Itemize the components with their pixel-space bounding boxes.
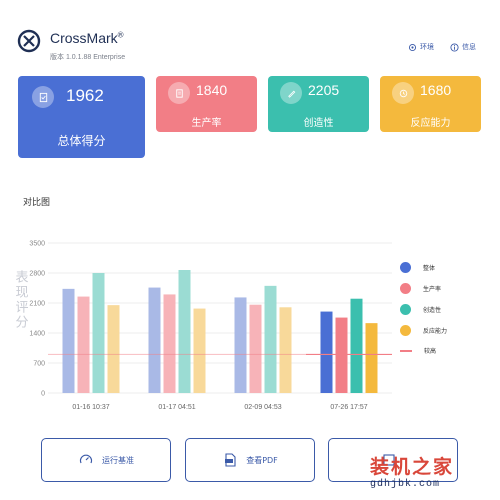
app-version: 版本 1.0.1.88 Enterprise [50, 54, 126, 61]
bar-生产率[interactable] [335, 317, 348, 393]
legend-swatch [400, 262, 411, 273]
legend-label: 生产率 [423, 286, 442, 293]
overall-score-value: 1962 [66, 86, 104, 105]
bar-创造性[interactable] [92, 273, 105, 393]
legend-label: 反应能力 [423, 328, 448, 335]
productivity-value: 1840 [196, 82, 228, 98]
legend-swatch [400, 349, 412, 352]
pen-icon [280, 82, 302, 104]
y-tick-label: 1400 [29, 331, 45, 338]
legend-label: 整体 [423, 265, 436, 272]
y-tick-label: 3500 [29, 241, 45, 248]
comparison-title: 对比图 [23, 198, 51, 208]
bar-反应能力[interactable] [107, 305, 120, 393]
bar-生产率[interactable] [163, 294, 176, 393]
bar-反应能力[interactable] [193, 308, 206, 393]
legend-item[interactable]: 反应能力 [400, 325, 490, 336]
environment-button[interactable]: 环境 [408, 42, 434, 52]
responsiveness-label: 反应能力 [410, 118, 451, 129]
productivity-label: 生产率 [191, 118, 222, 129]
clock-icon [392, 82, 414, 104]
crossmark-logo-icon [17, 29, 41, 53]
info-icon [450, 42, 459, 52]
speedometer-icon [79, 454, 93, 464]
bar-整体[interactable] [62, 288, 75, 393]
x-tick-label: 02-09 04:53 [244, 404, 281, 411]
x-tick-label: 01-17 04:51 [158, 404, 195, 411]
legend-swatch [400, 283, 411, 294]
bar-反应能力[interactable] [365, 323, 378, 393]
legend-swatch [400, 304, 411, 315]
legend-item[interactable]: 生产率 [400, 283, 490, 294]
y-tick-label: 2800 [29, 271, 45, 278]
legend-label: 创造性 [423, 307, 442, 314]
info-label: 信息 [462, 43, 476, 51]
legend-swatch [400, 325, 411, 336]
bar-整体[interactable] [148, 287, 161, 393]
bar-反应能力[interactable] [279, 307, 292, 393]
app-title: CrossMark® [50, 30, 124, 46]
overall-score-card[interactable]: 1962 总体得分 [18, 76, 145, 158]
gear-icon [408, 43, 417, 51]
x-tick-label: 01-16 10:37 [72, 404, 109, 411]
run-benchmark-button[interactable]: 运行基准 [41, 438, 171, 482]
bar-生产率[interactable] [249, 304, 262, 393]
y-tick-label: 0 [41, 391, 45, 398]
y-tick-label: 700 [33, 361, 45, 368]
bar-整体[interactable] [320, 311, 333, 393]
site-watermark: 装机之家 gdhjbk.com [370, 452, 454, 490]
overall-score-label: 总体得分 [57, 134, 106, 148]
creativity-card[interactable]: 2205 创造性 [268, 76, 369, 132]
legend-item[interactable]: 整体 [400, 262, 490, 273]
document-list-icon [168, 82, 190, 104]
view-pdf-label: 查看PDF [246, 455, 278, 465]
run-benchmark-label: 运行基准 [102, 455, 134, 465]
x-tick-label: 07-26 17:57 [330, 404, 367, 411]
creativity-label: 创造性 [303, 118, 334, 129]
watermark-url: gdhjbk.com [370, 479, 441, 490]
bar-创造性[interactable] [178, 270, 191, 393]
responsiveness-card[interactable]: 1680 反应能力 [380, 76, 481, 132]
watermark-title: 装机之家 [370, 456, 455, 478]
legend-item[interactable]: 较高 [400, 346, 490, 355]
legend-label: 较高 [424, 348, 437, 355]
pdf-icon [225, 453, 236, 467]
bar-生产率[interactable] [77, 296, 90, 393]
responsiveness-value: 1680 [420, 82, 452, 98]
bar-创造性[interactable] [264, 285, 277, 393]
productivity-card[interactable]: 1840 生产率 [156, 76, 257, 132]
legend-item[interactable]: 创造性 [400, 304, 490, 315]
info-button[interactable]: 信息 [450, 42, 476, 52]
y-tick-label: 2100 [29, 301, 45, 308]
comparison-bar-chart: 0 700 1400 2100 2800 3500 01-16 10:37 01-17 04:… [13, 241, 392, 411]
bar-整体[interactable] [234, 297, 247, 393]
y-axis-label: 表现评分 [13, 270, 29, 330]
environment-label: 环境 [420, 43, 434, 51]
creativity-value: 2205 [308, 82, 340, 98]
view-pdf-button[interactable]: 查看PDF [185, 438, 315, 482]
clipboard-check-icon [32, 86, 54, 108]
app-header: CrossMark® 版本 1.0.1.88 Enterprise 环境 信息 [0, 0, 500, 70]
bar-创造性[interactable] [350, 298, 363, 393]
